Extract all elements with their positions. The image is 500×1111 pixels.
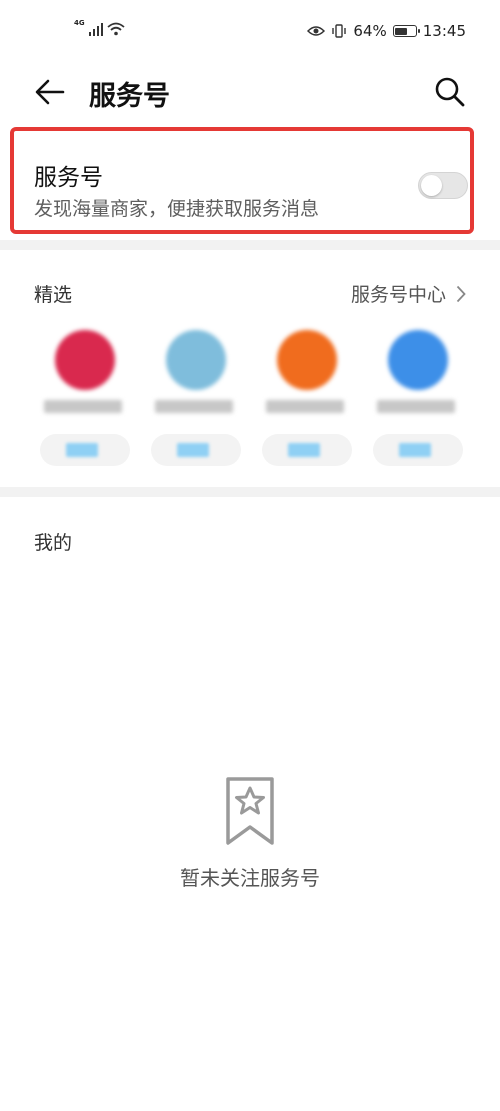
- wifi-icon: [107, 22, 125, 36]
- featured-item[interactable]: [151, 330, 241, 466]
- account-name-blurred: [266, 400, 344, 413]
- avatar: [277, 330, 337, 390]
- account-name-blurred: [377, 400, 455, 413]
- featured-item[interactable]: [373, 330, 463, 466]
- bookmark-star-icon: [222, 775, 278, 853]
- featured-title: 精选: [34, 284, 73, 306]
- follow-button[interactable]: [40, 434, 130, 466]
- service-center-link[interactable]: 服务号中心: [351, 280, 466, 307]
- account-name-blurred: [44, 400, 122, 413]
- status-bar: 4G 64% 13:45: [0, 0, 500, 60]
- title-bar: 服务号: [0, 60, 500, 126]
- vibrate-icon: [332, 24, 347, 38]
- section-divider: [0, 240, 500, 250]
- featured-item[interactable]: [40, 330, 130, 466]
- back-button[interactable]: [30, 72, 70, 112]
- mine-title: 我的: [34, 532, 73, 554]
- battery-percent: 64%: [353, 22, 387, 40]
- promo-toggle[interactable]: [418, 172, 468, 199]
- status-right: 64% 13:45: [307, 22, 466, 40]
- network-type: 4G: [74, 19, 85, 27]
- battery-icon: [392, 25, 420, 37]
- eye-icon: [307, 26, 326, 36]
- search-button[interactable]: [430, 72, 470, 112]
- chevron-right-icon: [456, 285, 466, 302]
- search-icon: [435, 77, 465, 107]
- promo-subtitle: 发现海量商家，便捷获取服务消息: [34, 198, 320, 220]
- account-name-blurred: [155, 400, 233, 413]
- featured-item[interactable]: [262, 330, 352, 466]
- follow-button[interactable]: [373, 434, 463, 466]
- back-arrow-icon: [35, 79, 65, 105]
- clock: 13:45: [422, 22, 466, 40]
- avatar: [55, 330, 115, 390]
- section-divider: [0, 487, 500, 497]
- avatar: [166, 330, 226, 390]
- follow-button[interactable]: [151, 434, 241, 466]
- service-center-label: 服务号中心: [350, 284, 446, 306]
- page-title: 服务号: [89, 81, 170, 112]
- avatar: [388, 330, 448, 390]
- toggle-knob: [421, 175, 442, 196]
- signal-icon: [88, 23, 104, 36]
- follow-button[interactable]: [262, 434, 352, 466]
- empty-state-text: 暂未关注服务号: [180, 866, 320, 890]
- status-left: 4G: [74, 20, 125, 36]
- service-account-promo[interactable]: 服务号 发现海量商家，便捷获取服务消息: [10, 127, 474, 234]
- promo-title: 服务号: [34, 165, 103, 191]
